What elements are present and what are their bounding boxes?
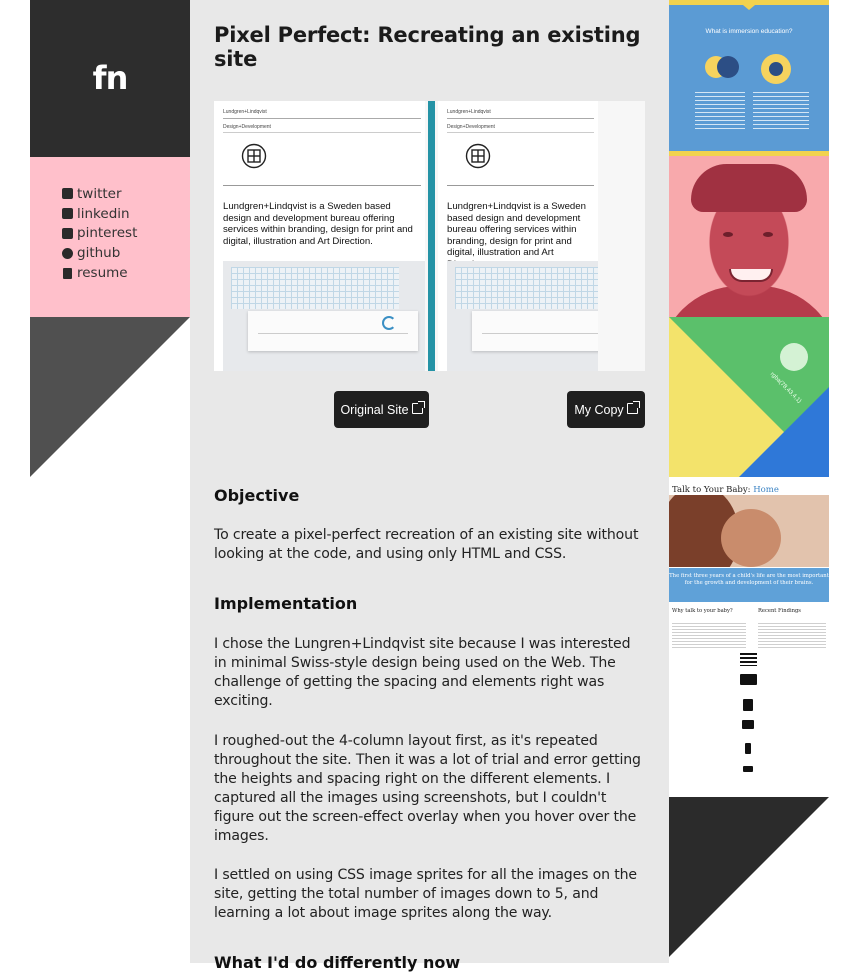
- social-link-linkedin[interactable]: linkedin: [62, 204, 190, 224]
- external-link-icon: [626, 401, 640, 414]
- link-buttons: Original Site My Copy: [214, 391, 645, 431]
- logo-block[interactable]: fn: [30, 0, 190, 157]
- lundgren-logo-icon: [465, 143, 491, 169]
- social-link-label: resume: [77, 265, 128, 282]
- social-links: twitter linkedin pinterest github resume: [30, 157, 190, 317]
- preview-sub: Design+Development: [447, 124, 495, 130]
- thumb-baby-title: Talk to Your Baby:: [672, 485, 751, 495]
- paragraph: I chose the Lungren+Lindqvist site becau…: [214, 636, 631, 710]
- decorative-triangle-right: [669, 797, 829, 957]
- preview-photo: [447, 261, 598, 371]
- tablet-landscape-icon: [742, 720, 754, 729]
- my-copy-preview: Lundgren+Lindqvist Design+Development Lu…: [438, 101, 598, 371]
- social-link-resume[interactable]: resume: [62, 263, 190, 283]
- menu-icon: [740, 653, 757, 666]
- original-site-button[interactable]: Original Site: [334, 391, 429, 428]
- original-site-preview: Lundgren+Lindqvist Design+Development Lu…: [214, 101, 425, 371]
- my-copy-button[interactable]: My Copy: [567, 391, 645, 428]
- preview-brand: Lundgren+Lindqvist: [447, 109, 491, 115]
- lundgren-logo-icon: [241, 143, 267, 169]
- project-thumb-talk-to-baby[interactable]: Talk to Your Baby: Home The first three …: [669, 477, 829, 797]
- paragraph: I roughed-out the 4-column layout first,…: [214, 732, 641, 845]
- thumb-baby-col2: Recent Findings: [758, 608, 801, 614]
- thumb-baby-col1: Why talk to your baby?: [672, 608, 733, 614]
- paragraph: I settled on using CSS image sprites for…: [214, 867, 637, 922]
- social-link-label: twitter: [77, 185, 122, 202]
- preview-brand: Lundgren+Lindqvist: [223, 109, 267, 115]
- comparison-divider: [428, 101, 435, 371]
- preview-blurb: Lundgren+Lindqvist is a Sweden based des…: [447, 201, 586, 270]
- external-link-icon: [411, 401, 425, 414]
- project-thumb-immersion[interactable]: What is immersion education?: [669, 0, 829, 156]
- social-link-github[interactable]: github: [62, 243, 190, 263]
- preview-blurb: Lundgren+Lindqvist is a Sweden based des…: [223, 201, 413, 247]
- article-column: Pixel Perfect: Recreating an existing si…: [190, 0, 669, 972]
- github-icon: [62, 247, 73, 259]
- logo[interactable]: fn: [93, 59, 129, 97]
- social-link-pinterest[interactable]: pinterest: [62, 224, 190, 244]
- twitter-icon: [62, 188, 73, 200]
- linkedin-icon: [62, 208, 73, 220]
- tablet-icon: [743, 699, 753, 711]
- thumb-infographic-title: What is immersion education?: [705, 28, 793, 35]
- pinterest-icon: [62, 227, 73, 239]
- preview-sub: Design+Development: [223, 124, 271, 130]
- section-heading-implementation: Implementation: [214, 594, 358, 614]
- preview-photo: [223, 261, 425, 371]
- section-heading-objective: Objective: [214, 486, 300, 505]
- project-thumb-portrait[interactable]: [669, 156, 829, 317]
- project-thumbnails: What is immersion education? rgba(78,43,…: [669, 0, 829, 797]
- file-icon: [63, 267, 72, 279]
- my-copy-label: My Copy: [574, 402, 624, 417]
- comparison-image: Lundgren+Lindqvist Design+Development Lu…: [214, 101, 645, 371]
- decorative-triangle-left: [30, 317, 190, 477]
- social-link-label: pinterest: [77, 225, 138, 242]
- page-title: Pixel Perfect: Recreating an existing si…: [214, 23, 641, 71]
- project-thumb-color-tool[interactable]: rgba(78,43,4,1): [669, 317, 829, 477]
- social-link-label: github: [77, 245, 121, 262]
- desktop-icon: [740, 674, 757, 685]
- paragraph: To create a pixel-perfect recreation of …: [214, 527, 639, 563]
- thumb-baby-title-link: Home: [753, 485, 779, 495]
- thumb-baby-band: The first three years of a child's life …: [669, 568, 829, 602]
- original-site-label: Original Site: [340, 402, 409, 417]
- social-link-twitter[interactable]: twitter: [62, 184, 190, 204]
- phone-icon: [745, 743, 751, 754]
- social-link-label: linkedin: [77, 205, 130, 222]
- phone-landscape-icon: [743, 766, 753, 772]
